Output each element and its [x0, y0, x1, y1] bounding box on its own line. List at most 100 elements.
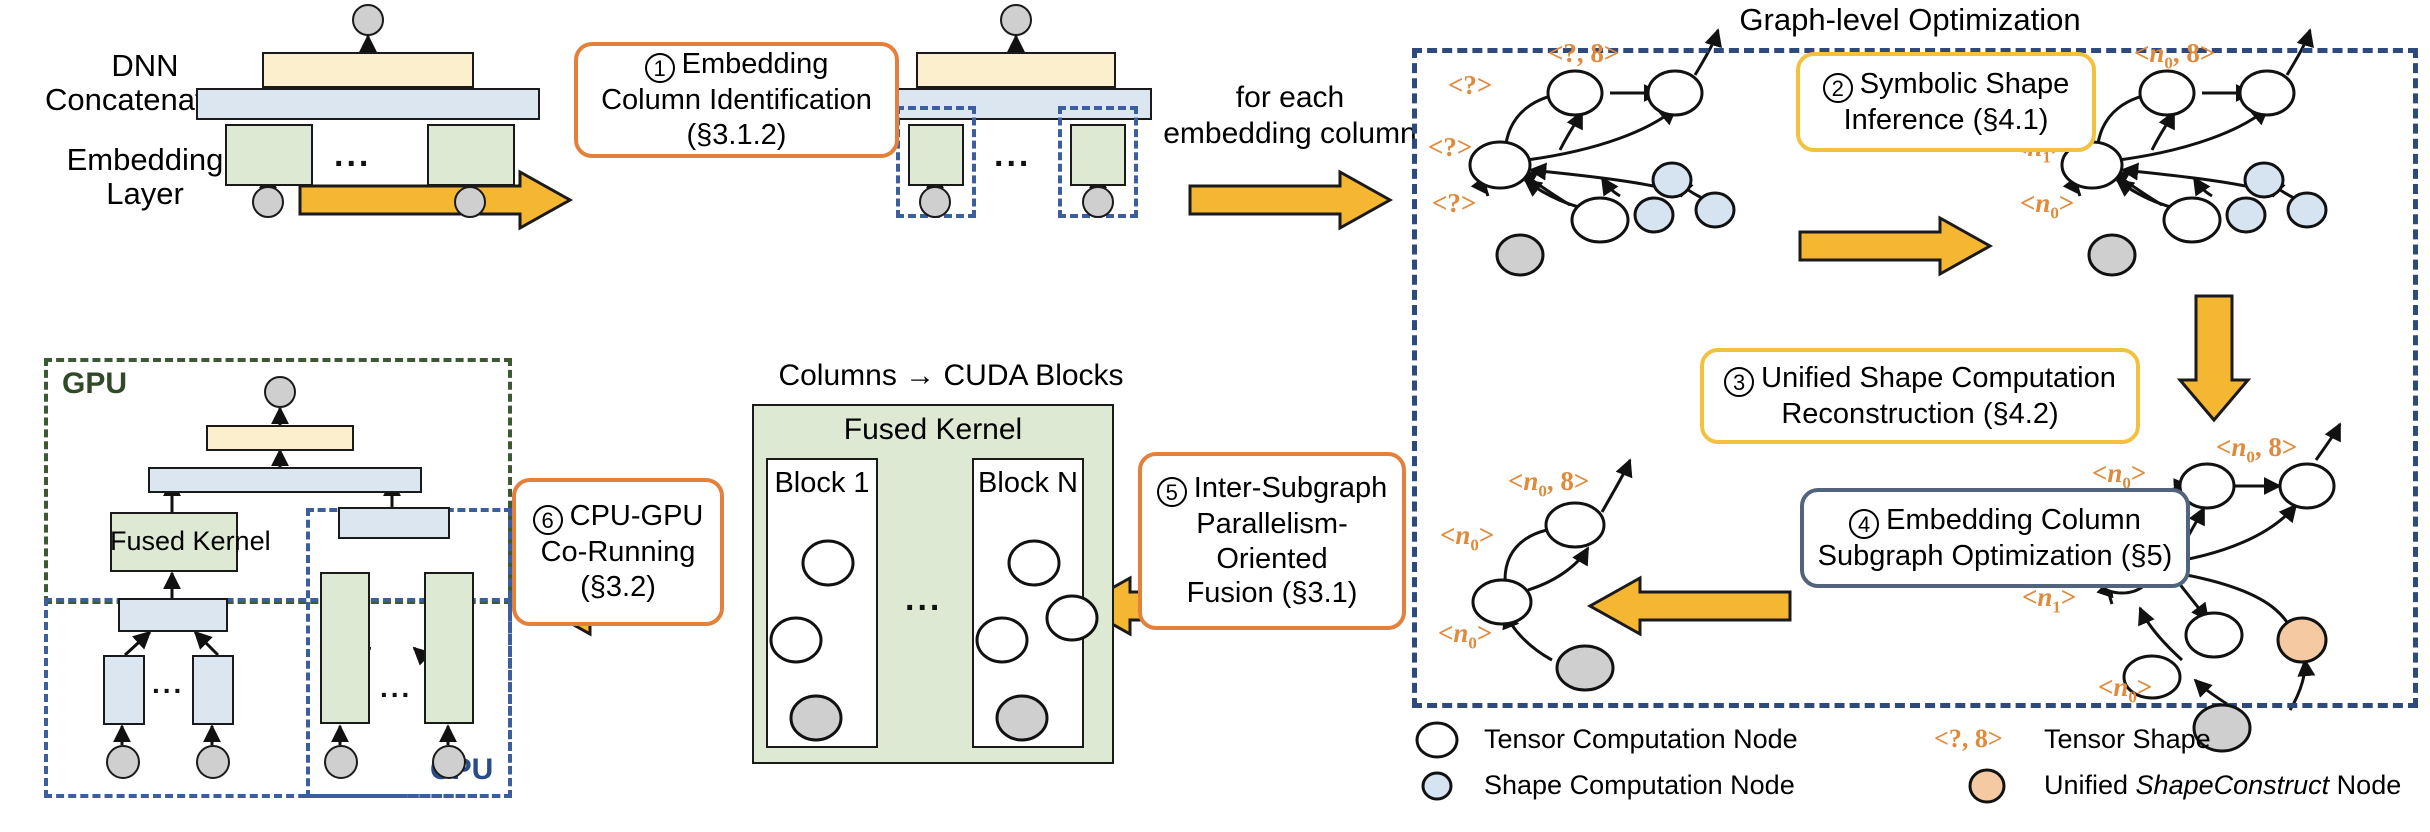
tensor-node: [769, 616, 823, 664]
cpu-right-concat: [338, 507, 450, 539]
cpu-left-concat: [118, 598, 228, 632]
tensor-node: [2238, 69, 2296, 117]
legend-icon-shape-node: [1421, 771, 1453, 801]
step-3-line-1: Unified Shape Computation: [1761, 361, 2116, 394]
cpu-right-ellipsis: ...: [380, 672, 413, 703]
shape-tag-n0-8-top: <n0, 8>: [2134, 38, 2216, 73]
step-1-box[interactable]: 1 Embedding Column Identification (§3.1.2…: [574, 42, 899, 158]
panel-title-graph-level-optimization: Graph-level Optimization: [1739, 2, 2081, 37]
panel-title-columns-cuda-blocks: Columns → CUDA Blocks: [778, 359, 1124, 392]
input-node: [995, 694, 1049, 742]
step-1-line-2: Column Identification: [601, 84, 872, 117]
tensor-node: [975, 616, 1029, 664]
cpu-left-col-first: [103, 655, 145, 725]
gpu-label: GPU: [62, 367, 128, 400]
tensor-node: [2138, 69, 2196, 117]
step-1-line-3: (§3.1.2): [686, 119, 787, 151]
step-4-line-2: Subgraph Optimization (§5): [1817, 539, 2173, 572]
step-5-line-4: Fusion (§3.1): [1186, 577, 1358, 610]
shape-node: [2286, 191, 2328, 229]
legend-label-tensor-computation-node: Tensor Computation Node: [1484, 724, 1798, 754]
shape-node: [1651, 161, 1693, 199]
model1-embedding-col-first: [225, 124, 313, 186]
tensor-node: [1007, 539, 1061, 587]
shape-tag-unknown-8: <?, 8>: [1548, 38, 1620, 68]
step-6-line-2: Co-Running: [540, 536, 696, 569]
legend-text-post: Node: [2329, 770, 2402, 800]
step-4-line-1: Embedding Column: [1886, 503, 2141, 536]
gpu-dnn-layer: [206, 425, 354, 451]
step-5-line-3: Oriented: [1216, 542, 1328, 575]
step-5-line-2: Parallelism-: [1196, 507, 1348, 540]
legend-icon-tensor-node: [1415, 721, 1459, 759]
model1-dnn-layer: [262, 52, 474, 88]
cpu-right-col-last: [424, 572, 474, 724]
flow-label-embedding-column: embedding column: [1163, 117, 1417, 150]
cpu-right-col-first: [320, 572, 370, 724]
gpu-fused-kernel-label: Fused Kernel: [110, 526, 271, 556]
cuda-block-last-label: Block N: [978, 467, 1078, 499]
shape-tag-n0-8-opt: <n0, 8>: [1508, 466, 1590, 501]
model2-output-node: [1000, 4, 1032, 36]
shape-tag-unknown-b: <?>: [1428, 132, 1473, 162]
model2-embedding-col-first: [908, 124, 964, 186]
shape-tag-n0-d: <n0>: [2098, 672, 2153, 707]
step-2-box[interactable]: 2 Symbolic Shape Inference (§4.1): [1796, 52, 2096, 152]
legend-icon-shapeconstruct-node: [1968, 768, 2006, 804]
legend-icon-tensor-shape: <?, 8>: [1934, 724, 2003, 753]
step-3-line-2: Reconstruction (§4.2): [1781, 397, 2059, 430]
model2-dnn-layer: [916, 52, 1116, 88]
cpu-left-col-last: [192, 655, 234, 725]
tensor-node: [1546, 69, 1604, 117]
step-5-number: 5: [1156, 476, 1187, 507]
step-5-line-1: Inter-Subgraph: [1193, 471, 1388, 504]
model2-input-node-last: [1082, 186, 1114, 218]
tensor-node: [2184, 611, 2244, 659]
flow-arrow-2: [1188, 169, 1394, 231]
model1-ellipsis: ...: [334, 136, 372, 174]
label-dnn: DNN: [111, 48, 179, 83]
cpu-left-input-first: [106, 745, 140, 779]
model1-embedding-col-last: [427, 124, 515, 186]
tensor-node: [2162, 196, 2222, 244]
legend-text-em: ShapeConstruct: [2135, 770, 2330, 800]
legend: Tensor Computation Node Shape Computatio…: [1412, 718, 2430, 828]
fused-kernel-center-label: Fused Kernel: [843, 413, 1023, 446]
shape-node: [1633, 196, 1675, 234]
cpu-left-ellipsis: ...: [152, 668, 185, 699]
model2-ellipsis: ...: [994, 136, 1032, 174]
step-1-number: 1: [644, 53, 675, 84]
tensor-node: [1570, 196, 1630, 244]
shape-node: [2225, 196, 2267, 234]
input-node: [1495, 233, 1545, 277]
flow-label-for-each: for each: [1235, 81, 1345, 114]
input-node: [2087, 233, 2137, 277]
tensor-node: [1646, 69, 1704, 117]
cuda-block-first-label: Block 1: [774, 467, 870, 499]
shape-tag-unknown-a: <?>: [1448, 70, 1493, 100]
model1-concat-layer: [196, 88, 540, 120]
tensor-node: [1468, 140, 1532, 190]
figure-canvas: DNN Concatenation Embedding Layer ... 1E…: [0, 0, 2430, 832]
step-1-line-1: Embedding: [681, 48, 829, 81]
step-6-box[interactable]: 6 CPU-GPU Co-Running (§3.2): [512, 478, 724, 626]
input-node: [1555, 644, 1615, 692]
step-3-number: 3: [1724, 366, 1755, 397]
step-2-line-1: Symbolic Shape: [1859, 67, 2070, 100]
model1-output-node: [352, 4, 384, 36]
tensor-node: [1045, 594, 1099, 642]
step-4-box[interactable]: 4 Embedding Column Subgraph Optimization …: [1800, 488, 2190, 588]
legend-label-unified-shapeconstruct-node: Unified ShapeConstruct Node: [2044, 770, 2401, 801]
legend-label-shape-computation-node: Shape Computation Node: [1484, 770, 1795, 800]
shape-tag-n0-opt-a: <n0>: [1440, 520, 1495, 555]
shape-tag-unknown-c: <?>: [1432, 188, 1477, 218]
gpu-output-node: [264, 376, 296, 408]
step-5-box[interactable]: 5 Inter-Subgraph Parallelism- Oriented Fu…: [1138, 452, 1406, 630]
step-3-box[interactable]: 3 Unified Shape Computation Reconstructio…: [1700, 348, 2140, 444]
step-6-line-3: (§3.2): [580, 571, 656, 603]
shape-node: [1694, 191, 1736, 229]
shape-node: [2243, 161, 2285, 199]
tensor-node: [2278, 462, 2336, 510]
legend-label-tensor-shape: Tensor Shape: [2044, 724, 2211, 754]
cpu-right-input-first: [324, 745, 358, 779]
